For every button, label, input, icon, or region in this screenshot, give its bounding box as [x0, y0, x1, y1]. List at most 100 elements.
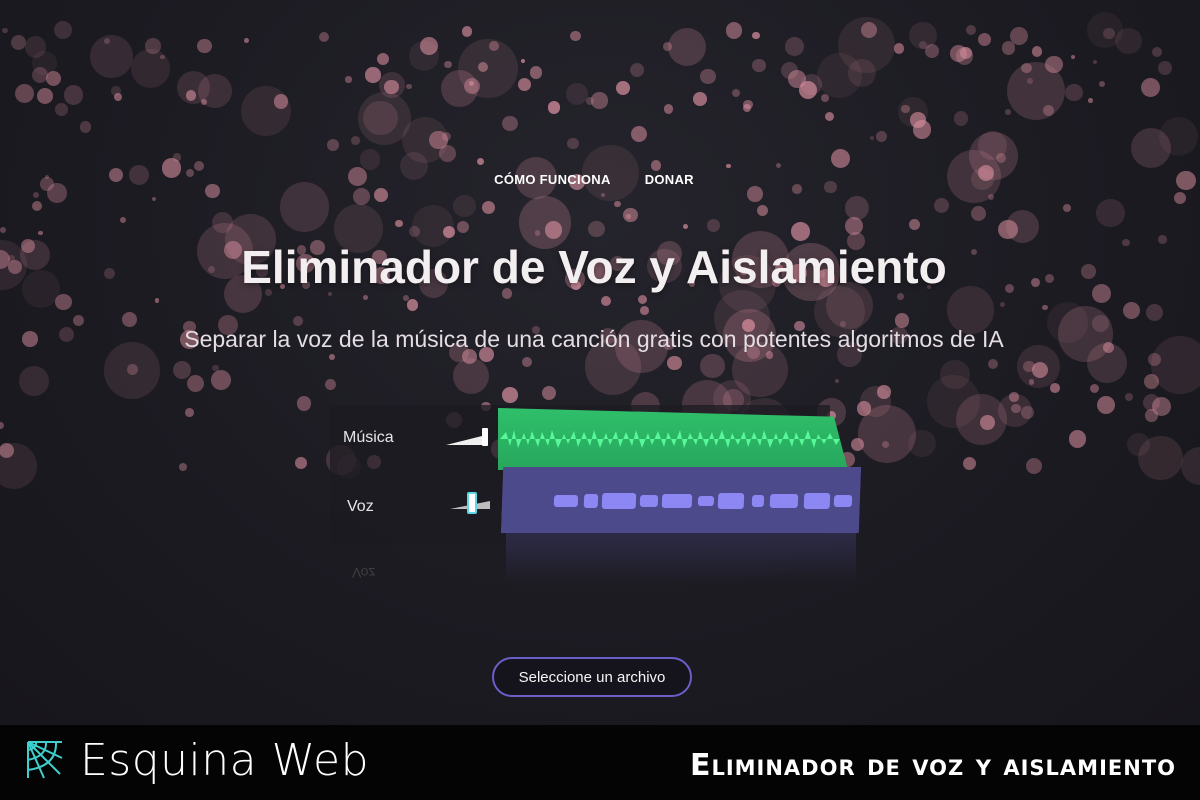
bokeh-dot — [970, 206, 986, 222]
bokeh-dot — [481, 200, 495, 214]
bokeh-dot — [775, 163, 781, 169]
music-fader-handle — [482, 428, 488, 446]
bokeh-dot — [11, 34, 27, 50]
bokeh-dot — [326, 138, 340, 151]
bokeh-dot — [273, 94, 289, 109]
bokeh-dot — [240, 85, 291, 137]
bokeh-dot — [1157, 61, 1172, 76]
bokeh-dot — [461, 26, 473, 37]
bokeh-dot — [566, 83, 588, 105]
top-nav: CÓMO FUNCIONA DONAR — [0, 172, 1200, 187]
bokeh-dot — [211, 364, 219, 372]
bokeh-dot — [110, 86, 121, 96]
bokeh-dot — [955, 47, 974, 65]
bokeh-dot — [791, 221, 810, 241]
footer-title: Eliminador de voz y aislamiento — [689, 748, 1176, 783]
bokeh-dot — [197, 38, 212, 54]
brand-name: Esquina Web — [80, 735, 370, 786]
bokeh-dot — [444, 60, 452, 69]
bokeh-dot — [0, 421, 4, 429]
bokeh-dot — [502, 115, 518, 131]
bokeh-dot — [452, 358, 490, 395]
bokeh-dot — [893, 43, 905, 54]
bokeh-dot — [329, 354, 336, 360]
voice-volume-slider — [450, 492, 490, 514]
bokeh-dot — [742, 103, 751, 112]
track-label-music: Música — [343, 429, 394, 446]
bokeh-dot — [152, 196, 157, 201]
voice-fader-handle — [467, 492, 477, 514]
bokeh-dot — [409, 225, 421, 237]
bokeh-dot — [631, 125, 648, 142]
bokeh-dot — [630, 62, 645, 77]
bokeh-dot — [353, 188, 371, 205]
page-title: Eliminador de Voz y Aislamiento — [241, 241, 947, 293]
bokeh-dot — [443, 226, 456, 238]
bokeh-dot — [457, 220, 470, 233]
bokeh-dot — [1123, 301, 1141, 319]
bokeh-dot — [616, 81, 631, 95]
bokeh-dot — [1143, 373, 1159, 389]
bokeh-dot — [1006, 61, 1066, 120]
bokeh-dot — [600, 295, 612, 307]
bokeh-dot — [357, 91, 411, 145]
bokeh-dot — [2, 27, 8, 34]
bokeh-dot — [784, 37, 804, 57]
bokeh-dot — [1173, 191, 1186, 205]
bokeh-dot — [844, 195, 870, 221]
bokeh-dot — [529, 66, 543, 79]
bokeh-dot — [211, 212, 233, 234]
bokeh-dot — [79, 121, 91, 133]
bokeh-dot — [179, 463, 188, 472]
bokeh-dot — [1068, 430, 1087, 448]
bokeh-dot — [614, 201, 621, 208]
music-waveform-lane — [498, 408, 848, 470]
bokeh-dot — [45, 71, 62, 87]
bokeh-dot — [185, 90, 197, 101]
bokeh-dot — [193, 161, 204, 172]
bokeh-dot — [1009, 27, 1028, 45]
bokeh-dot — [395, 219, 403, 228]
bokeh-dot — [998, 219, 1018, 240]
bokeh-dot — [1137, 435, 1183, 481]
bokeh-dot — [374, 188, 388, 202]
bokeh-dot — [1130, 128, 1171, 169]
bokeh-dot — [0, 227, 7, 234]
bokeh-dot — [569, 30, 581, 42]
bokeh-dot — [1146, 304, 1163, 322]
bokeh-dot — [1049, 382, 1060, 393]
bokeh-dot — [1031, 46, 1043, 57]
bokeh-dot — [55, 103, 68, 116]
bokeh-dot — [896, 293, 904, 301]
bokeh-dot — [1097, 396, 1116, 415]
bokeh-dot — [19, 366, 49, 396]
bokeh-dot — [869, 136, 874, 141]
bokeh-dot — [588, 220, 605, 238]
bokeh-dot — [901, 104, 910, 114]
bokeh-dot — [756, 205, 768, 217]
bokeh-dot — [187, 375, 205, 393]
bokeh-dot — [693, 92, 707, 107]
voice-waveform — [501, 467, 861, 533]
bokeh-dot — [825, 111, 835, 121]
bokeh-dot — [154, 298, 160, 303]
bokeh-dot — [962, 456, 977, 471]
bokeh-dot — [799, 81, 817, 100]
bokeh-dot — [1141, 78, 1161, 98]
music-volume-slider — [446, 428, 488, 446]
bokeh-dot — [1089, 384, 1100, 394]
bokeh-dot — [406, 299, 419, 311]
bokeh-dot — [953, 111, 969, 126]
page-subtitle: Separar la voz de la música de una canci… — [184, 326, 1004, 352]
bokeh-dot — [38, 230, 43, 236]
bokeh-dot — [752, 58, 766, 73]
bokeh-dot — [731, 89, 740, 98]
nav-link-donar[interactable]: DONAR — [645, 172, 694, 187]
bokeh-dot — [1065, 83, 1083, 102]
bokeh-dot — [1005, 108, 1012, 115]
music-waveform — [500, 430, 840, 448]
select-file-button[interactable]: Seleccione un archivo — [492, 657, 692, 697]
bokeh-dot — [345, 76, 352, 83]
nav-link-como-funciona[interactable]: CÓMO FUNCIONA — [494, 172, 611, 187]
bokeh-dot — [1092, 60, 1098, 65]
